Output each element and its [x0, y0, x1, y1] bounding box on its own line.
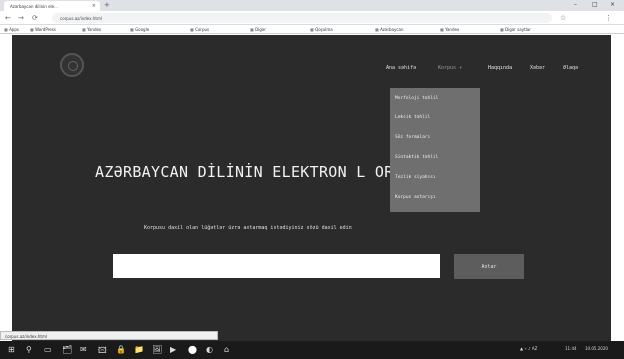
app-icon[interactable]: 🖾 [98, 345, 107, 359]
bookmark-item[interactable]: Apps [4, 27, 19, 32]
dropdown-item-morphology[interactable]: Morfoloji təhlil [395, 96, 438, 101]
dropdown-item-lexical[interactable]: Leksik təhlil [395, 115, 430, 120]
taskbar: ⊞ ⚲ ▭ 🗂 ✉ 🖾 🔒 📁 🖼 ▶ ⬤ ◐ ⌂ ▲ ⌁ ♪ AZ 11:44… [0, 341, 624, 359]
photos-icon[interactable]: 🖼 [152, 345, 162, 354]
bookmark-star-icon[interactable]: ☆ [560, 14, 566, 22]
task-view-icon[interactable]: ▭ [44, 345, 52, 354]
search-icon[interactable]: ⚲ [26, 345, 32, 354]
page-title: AZƏRBAYCAN DİLİNİN ELEKTRON L ORPUSU [95, 163, 431, 181]
dropdown-item-frequency[interactable]: Tezlik siyahısı [395, 175, 436, 180]
address-bar[interactable]: corpus.az/index.html [52, 13, 552, 23]
clock-time[interactable]: 11:44 [565, 346, 577, 351]
media-player-icon[interactable]: ▶ [170, 345, 176, 354]
dropdown-item-search[interactable]: Korpus axtarışı [395, 195, 436, 200]
tab-title: Azərbaycan dilinin ele... [10, 4, 58, 9]
tab-close-icon[interactable]: × [92, 3, 96, 9]
search-button[interactable]: Axtar [454, 254, 524, 279]
bookmark-item[interactable]: Google [130, 27, 149, 32]
bookmark-item[interactable]: Yandex [82, 27, 101, 32]
bookmarks-bar: Apps WordPress Yandex Google Corpus Digə… [0, 25, 624, 34]
tray-icons[interactable]: ▲ ⌁ ♪ AZ [520, 346, 537, 351]
site-logo[interactable] [60, 53, 84, 77]
nav-home[interactable]: Ana səhifə [386, 65, 416, 71]
dropdown-item-syntax[interactable]: Sintaktik təhlil [395, 155, 438, 160]
menu-icon[interactable]: ⋮ [605, 14, 612, 22]
bookmark-item[interactable]: Corpus [190, 27, 209, 32]
nav-news[interactable]: Xəbər [530, 65, 545, 71]
file-explorer-icon[interactable]: 🗂 [62, 345, 72, 354]
corpus-dropdown-menu: Morfoloji təhlil Leksik təhlil Söz forma… [390, 88, 480, 212]
nav-about[interactable]: Haqqında [488, 65, 512, 71]
bookmark-item[interactable]: WordPress [30, 27, 56, 32]
browser-toolbar: ← → ⟳ corpus.az/index.html ☆ ⋮ [0, 11, 624, 25]
dropdown-item-word-forms[interactable]: Söz formaları [395, 135, 430, 140]
new-tab-icon[interactable]: + [104, 1, 110, 9]
nav-contact[interactable]: Əlaqə [563, 65, 578, 71]
page-subtitle: Korpusu daxil olan lüğətlər üzrə axtarma… [144, 225, 352, 231]
url-text: corpus.az/index.html [60, 16, 102, 21]
maximize-icon[interactable]: □ [592, 1, 598, 8]
home-icon[interactable]: ⌂ [224, 345, 229, 354]
bookmark-item[interactable]: Qoşulma [310, 27, 333, 32]
start-icon[interactable]: ⊞ [8, 345, 15, 354]
status-bar-url: corpus.az/index.html [0, 331, 218, 340]
chrome-icon[interactable]: ⬤ [188, 345, 197, 354]
clock-date[interactable]: 10.05.2020 [585, 346, 608, 351]
bookmark-item[interactable]: Azərbaycan [375, 27, 403, 32]
forward-icon[interactable]: → [18, 14, 24, 22]
minimize-icon[interactable]: – [574, 1, 577, 8]
reload-icon[interactable]: ⟳ [32, 14, 38, 22]
bookmark-item[interactable]: Digər [250, 27, 266, 32]
page-content: Ana səhifə Korpus ▾ Haqqında Xəbər Əlaqə… [12, 35, 611, 341]
search-input[interactable] [113, 254, 440, 278]
back-icon[interactable]: ← [5, 14, 11, 22]
tab-bar: Azərbaycan dilinin ele... × + – □ × [0, 0, 624, 11]
bookmark-item[interactable]: Yandex [440, 27, 459, 32]
browser-tab[interactable]: Azərbaycan dilinin ele... × [4, 1, 100, 11]
nav-corpus[interactable]: Korpus ▾ [438, 65, 462, 71]
mail-icon[interactable]: ✉ [80, 345, 87, 354]
app-icon[interactable]: ◐ [206, 345, 213, 354]
window-close-icon[interactable]: × [610, 1, 615, 8]
bookmark-item[interactable]: Digər saytlar [500, 27, 531, 32]
folder-icon[interactable]: 📁 [134, 345, 144, 354]
lock-icon[interactable]: 🔒 [116, 345, 126, 354]
